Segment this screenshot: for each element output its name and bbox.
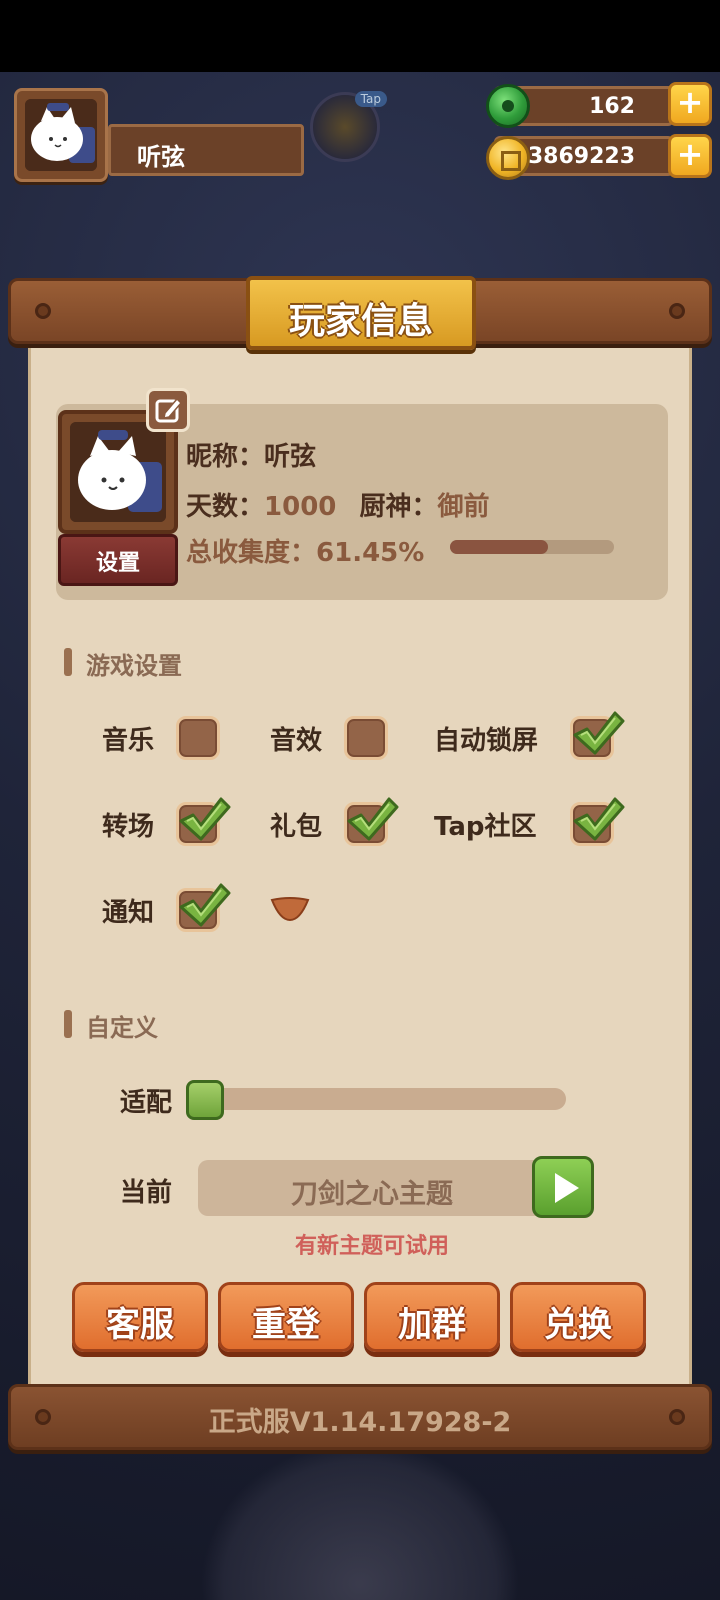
coin-count: 3869223 [527, 144, 635, 169]
jade-icon [486, 84, 530, 128]
relogin-label: 重登 [252, 1305, 320, 1345]
panel-title: 玩家信息 [288, 301, 433, 342]
option-checkbox[interactable] [176, 883, 231, 932]
option-label: 通知 [102, 898, 155, 928]
adapt-slider[interactable] [206, 1088, 566, 1110]
game-settings-title: 游戏设置 [86, 652, 182, 680]
option-label: Tap社区 [434, 812, 537, 842]
collection-label: 总收集度： [186, 538, 317, 568]
theme-play-button[interactable] [532, 1156, 594, 1218]
collection-progress-bar [450, 540, 614, 554]
collection-progress-fill [450, 540, 549, 554]
customer-service-button[interactable]: 客服 [72, 1282, 208, 1352]
checkmark-icon [179, 883, 231, 927]
chef-god-label: 厨神： [359, 492, 438, 522]
coin-icon [486, 136, 530, 180]
rivet-icon [35, 303, 51, 319]
option-checkbox[interactable] [176, 716, 220, 760]
avatar-settings-button[interactable]: 设置 [58, 534, 178, 586]
option-label: 礼包 [270, 812, 323, 842]
section-marker [64, 1010, 72, 1038]
edit-icon [155, 397, 183, 423]
option-label: 自动锁屏 [434, 726, 539, 756]
days-label: 天数： [186, 492, 265, 522]
customer-service-label: 客服 [106, 1305, 174, 1345]
adapt-slider-handle[interactable] [186, 1080, 224, 1120]
section-marker [64, 648, 72, 676]
player-name: 听弦 [137, 143, 185, 171]
redeem-button[interactable]: 兑换 [510, 1282, 646, 1352]
chef-god-value: 御前 [437, 492, 490, 522]
join-group-label: 加群 [398, 1305, 466, 1345]
edit-name-button[interactable] [146, 388, 190, 432]
cat-avatar-icon [70, 422, 166, 522]
option-label: 音效 [270, 726, 323, 756]
nickname-value: 听弦 [264, 442, 317, 472]
option-checkbox[interactable] [344, 716, 388, 760]
redeem-label: 兑换 [544, 1305, 612, 1345]
join-group-button[interactable]: 加群 [364, 1282, 500, 1352]
player-name-plate: 听弦 [108, 124, 304, 176]
theme-selector[interactable]: 刀剑之心主题 [198, 1160, 546, 1216]
checkmark-icon [573, 711, 625, 755]
avatar-settings-label: 设置 [95, 551, 140, 576]
nickname-label: 昵称： [186, 442, 265, 472]
version-text: 正式服V1.14.17928-2 [208, 1407, 512, 1438]
days-value: 1000 [264, 492, 337, 522]
player-avatar[interactable] [14, 88, 108, 182]
days-row: 天数：1000 厨神：御前 [186, 486, 489, 523]
checkmark-icon [179, 797, 231, 841]
panel-title-plaque: 玩家信息 [246, 276, 476, 350]
option-checkbox[interactable] [570, 711, 625, 760]
checkmark-icon [573, 797, 625, 841]
collection-value: 61.45% [316, 538, 425, 568]
tap-tag: Tap [354, 91, 387, 107]
option-checkbox[interactable] [176, 797, 231, 846]
expand-arrow-icon[interactable] [270, 896, 310, 922]
current-theme-name: 刀剑之心主题 [291, 1179, 453, 1210]
add-coin-button[interactable]: + [668, 134, 712, 178]
option-label: 音乐 [102, 726, 155, 756]
new-theme-hint: 有新主题可试用 [294, 1234, 449, 1259]
cat-avatar-icon [25, 99, 97, 171]
adapt-label: 适配 [120, 1088, 173, 1118]
collection-row: 总收集度：61.45% [186, 532, 424, 569]
relogin-button[interactable]: 重登 [218, 1282, 354, 1352]
current-theme-label: 当前 [120, 1178, 173, 1208]
option-label: 转场 [102, 812, 155, 842]
tap-community-button[interactable]: Tap [310, 91, 387, 162]
jade-count: 162 [589, 94, 635, 119]
custom-title: 自定义 [86, 1014, 158, 1042]
status-bar [0, 0, 720, 72]
rivet-icon [669, 303, 685, 319]
checkmark-icon [347, 797, 399, 841]
option-checkbox[interactable] [344, 797, 399, 846]
option-checkbox[interactable] [570, 797, 625, 846]
background-lotus [200, 1440, 520, 1600]
add-jade-button[interactable]: + [668, 82, 712, 126]
nickname-row: 昵称：听弦 [186, 436, 316, 473]
